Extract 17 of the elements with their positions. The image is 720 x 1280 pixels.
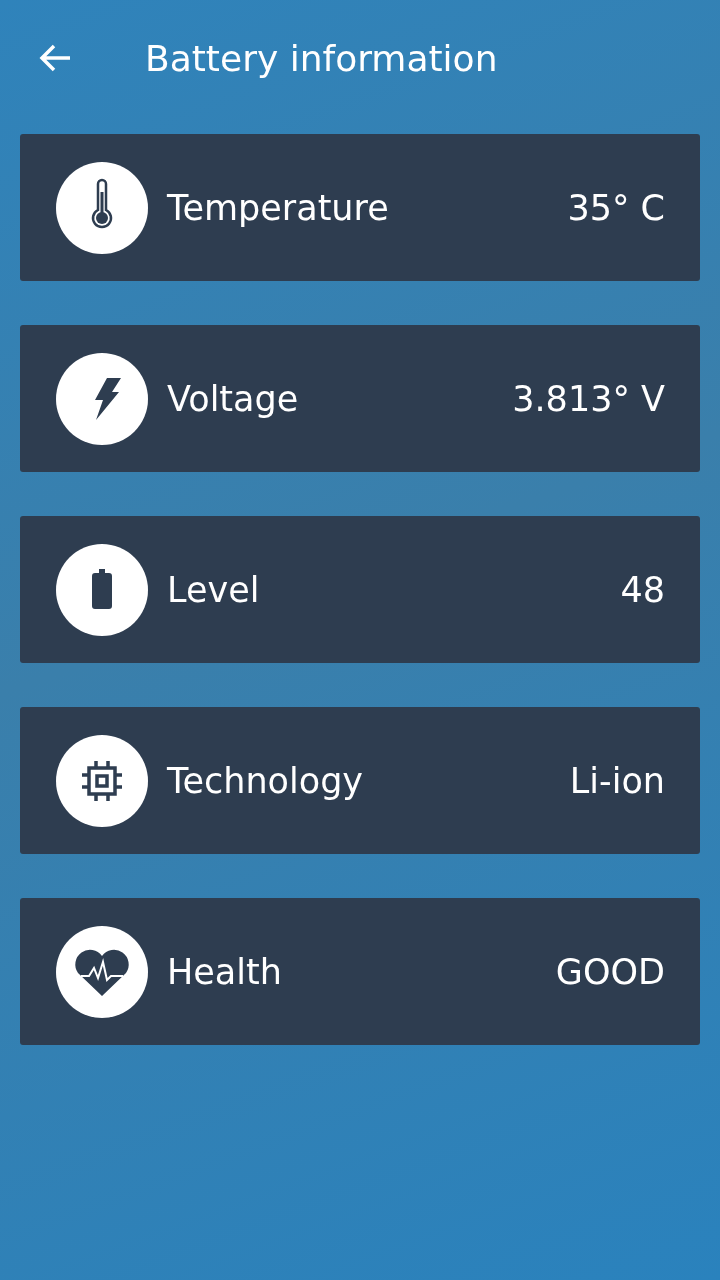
chip-icon	[56, 734, 148, 827]
back-button[interactable]	[38, 43, 72, 73]
back-arrow-icon	[38, 43, 72, 73]
info-value: GOOD	[555, 951, 665, 992]
info-value: 35° C	[567, 187, 665, 228]
battery-icon	[56, 543, 148, 636]
info-value: Li-ion	[569, 760, 665, 801]
info-label: Temperature	[167, 187, 390, 228]
bolt-icon	[56, 352, 148, 445]
info-value: 3.813° V	[512, 378, 665, 419]
info-label: Health	[167, 951, 283, 992]
info-label: Level	[167, 569, 261, 610]
screen-title: Battery information	[145, 37, 498, 79]
info-label: Voltage	[167, 378, 300, 419]
info-value: 48	[620, 569, 665, 610]
info-label: Technology	[167, 760, 365, 801]
thermometer-icon	[56, 161, 148, 254]
